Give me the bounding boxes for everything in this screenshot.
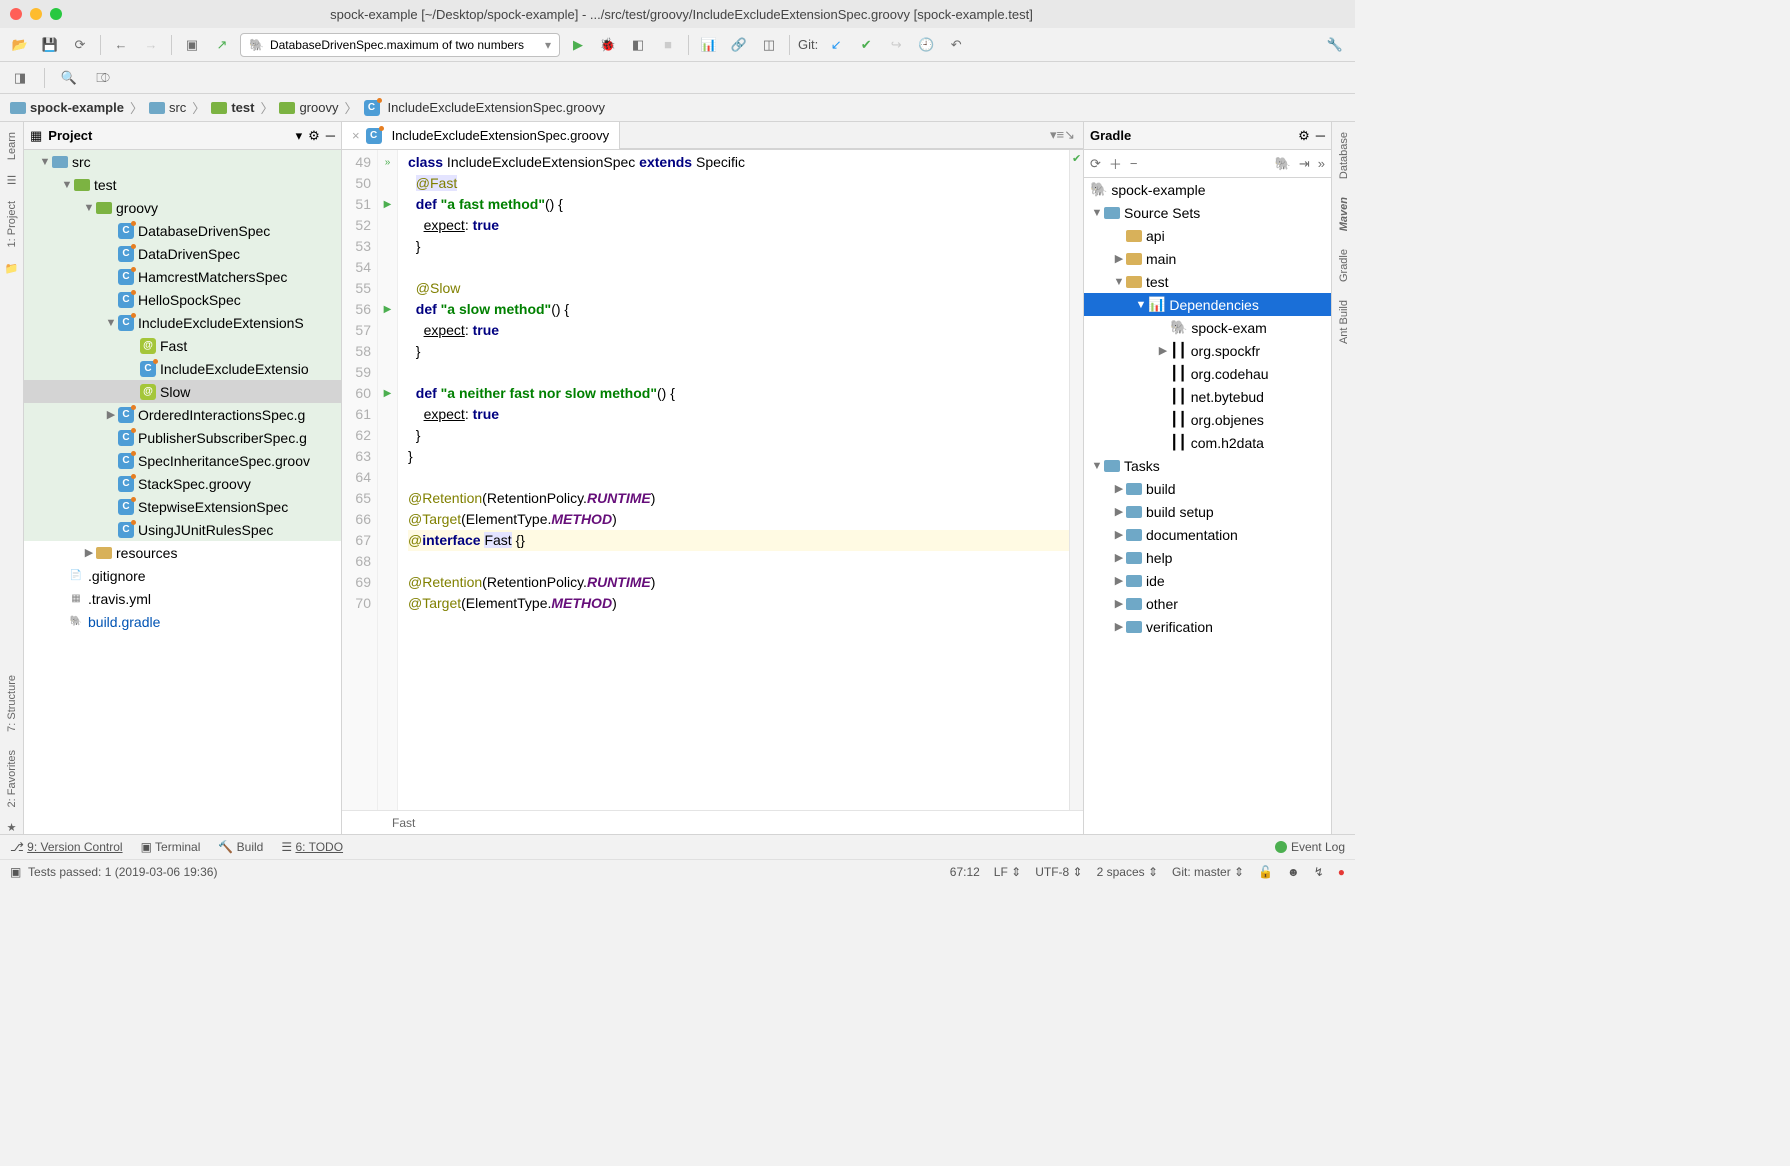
window-title: spock-example [~/Desktop/spock-example] … [74, 7, 1289, 22]
analysis-ok-icon: ✔ [1072, 152, 1081, 165]
line-ending[interactable]: LF ⇕ [994, 865, 1021, 879]
tab-ant[interactable]: Ant Build [1336, 296, 1352, 348]
terminal-button[interactable]: ▣ Terminal [141, 840, 201, 854]
git-branch[interactable]: Git: master ⇕ [1172, 865, 1244, 879]
close-tab-icon[interactable]: × [352, 128, 360, 143]
expand-icon[interactable]: ⇥ [1299, 156, 1310, 172]
close-window[interactable] [10, 8, 22, 20]
main-toolbar: 📂 💾 ⟳ ← → ▣ ↗ 🐘 DatabaseDrivenSpec.maxim… [0, 28, 1355, 62]
crumb-file[interactable]: IncludeExcludeExtensionSpec.groovy [364, 100, 606, 116]
stop-icon[interactable]: ■ [656, 33, 680, 57]
run-config-dropdown[interactable]: 🐘 DatabaseDrivenSpec.maximum of two numb… [240, 33, 560, 57]
attach-icon[interactable]: 🔗 [727, 33, 751, 57]
elephant-icon: 🐘 [249, 38, 264, 52]
remove-icon[interactable]: − [1130, 156, 1138, 171]
event-log-button[interactable]: Event Log [1291, 840, 1345, 854]
notif-icon[interactable]: ↯ [1314, 865, 1324, 879]
indent[interactable]: 2 spaces ⇕ [1097, 865, 1158, 879]
forward-icon[interactable]: → [139, 33, 163, 57]
inspector-icon[interactable]: ☻ [1287, 865, 1300, 879]
gradle-panel-title: Gradle [1090, 128, 1292, 143]
vcs-commit-icon[interactable]: ✔ [854, 33, 878, 57]
add-icon[interactable]: ＋ [1109, 154, 1122, 173]
vcs-update-icon[interactable]: ↙ [824, 33, 848, 57]
todo-button[interactable]: ☰ 6: TODO [281, 840, 343, 854]
minimize-window[interactable] [30, 8, 42, 20]
project-view-icon: ▦ [30, 128, 42, 144]
build-icon[interactable]: ↗ [210, 33, 234, 57]
more-icon[interactable]: » [1318, 156, 1325, 171]
editor-tab-label: IncludeExcludeExtensionSpec.groovy [392, 128, 610, 143]
modules-icon[interactable]: ◫ [757, 33, 781, 57]
build-button[interactable]: 🔨 Build [218, 840, 263, 854]
code-editor[interactable]: 4950515253545556575859606162636465666768… [342, 150, 1083, 810]
tab-gradle[interactable]: Gradle [1336, 245, 1352, 286]
refresh-icon[interactable]: ⟳ [1090, 156, 1101, 172]
tab-learn[interactable]: Learn [4, 128, 20, 164]
tab-maven[interactable]: Maven [1336, 193, 1352, 235]
search-icon[interactable]: 🔍 [57, 66, 81, 90]
coverage-icon[interactable]: ◧ [626, 33, 650, 57]
gear-icon[interactable]: ⚙ [308, 128, 320, 144]
git-label: Git: [798, 37, 818, 52]
profiler-icon[interactable]: 📊 [697, 33, 721, 57]
split-icon[interactable]: ▾≡↘ [1050, 127, 1075, 143]
crumb-project[interactable]: spock-example〉 [10, 98, 145, 117]
tab-structure[interactable]: 7: Structure [4, 671, 20, 736]
error-icon[interactable]: ● [1338, 865, 1345, 879]
collapse-icon[interactable]: ─ [326, 128, 335, 143]
tab-favorites[interactable]: 2: Favorites [4, 746, 20, 811]
vcs-clock-icon[interactable]: 🕘 [914, 33, 938, 57]
refresh-icon[interactable]: ⟳ [68, 33, 92, 57]
status-message: Tests passed: 1 (2019-03-06 19:36) [28, 865, 217, 879]
open-icon[interactable]: 📂 [8, 33, 32, 57]
select-target-icon[interactable]: ▣ [180, 33, 204, 57]
debug-icon[interactable]: 🐞 [596, 33, 620, 57]
vcs-revert-icon[interactable]: ↶ [944, 33, 968, 57]
file-crumb: Fast [342, 810, 1083, 834]
project-panel-title: Project [48, 128, 289, 143]
elephant-icon[interactable]: 🐘 [1275, 156, 1291, 172]
vcs-history-icon[interactable]: ↪ [884, 33, 908, 57]
vc-button[interactable]: ⎇ 9: Version Control [10, 840, 123, 854]
chevron-down-icon[interactable]: ▾ [296, 128, 303, 144]
crumb-groovy[interactable]: groovy〉 [279, 98, 359, 117]
tab-database[interactable]: Database [1336, 128, 1352, 183]
run-icon[interactable]: ▶ [566, 33, 590, 57]
collapse-icon[interactable]: ─ [1316, 128, 1325, 143]
run-config-label: DatabaseDrivenSpec.maximum of two number… [270, 38, 524, 52]
status-left-icon[interactable]: ▣ [10, 865, 21, 879]
project-tree[interactable]: ▼src ▼test ▼groovy DatabaseDrivenSpec Da… [24, 150, 341, 834]
toggle-view-icon[interactable]: ◨ [8, 66, 32, 90]
crumb-src[interactable]: src〉 [149, 98, 207, 117]
editor-tab[interactable]: × IncludeExcludeExtensionSpec.groovy [342, 122, 620, 149]
encoding[interactable]: UTF-8 ⇕ [1035, 865, 1082, 879]
gear-icon[interactable]: ⚙ [1298, 128, 1310, 144]
gradle-tree[interactable]: 🐘 spock-example ▼Source Sets api ▶main ▼… [1084, 178, 1331, 834]
caret-position[interactable]: 67:12 [950, 865, 980, 879]
structure-icon[interactable]: ⎄ [91, 66, 115, 90]
lock-icon[interactable]: 🔓 [1258, 865, 1273, 879]
settings-icon[interactable]: 🔧 [1323, 33, 1347, 57]
maximize-window[interactable] [50, 8, 62, 20]
chevron-down-icon: ▾ [545, 38, 551, 52]
save-icon[interactable]: 💾 [38, 33, 62, 57]
crumb-test[interactable]: test〉 [211, 98, 275, 117]
tab-project[interactable]: 1: Project [4, 197, 20, 251]
breadcrumbs: spock-example〉 src〉 test〉 groovy〉 Includ… [0, 94, 1355, 122]
back-icon[interactable]: ← [109, 33, 133, 57]
